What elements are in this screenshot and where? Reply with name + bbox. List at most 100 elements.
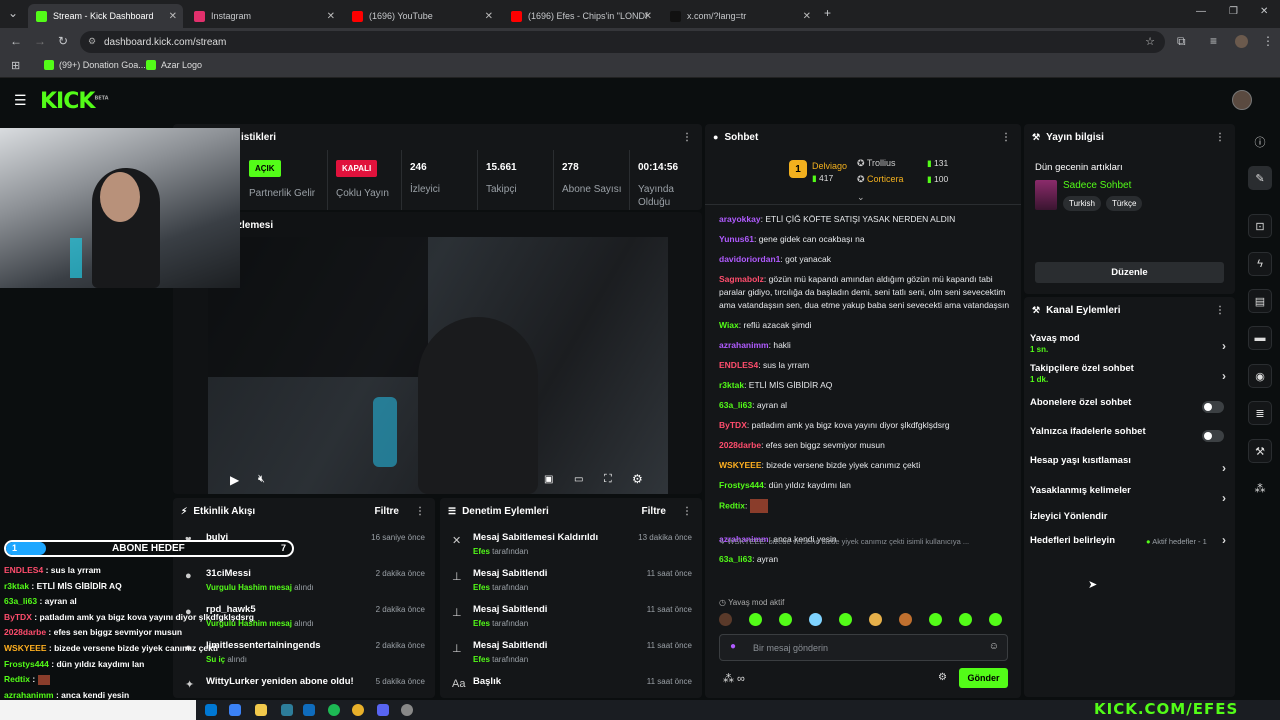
theater-icon[interactable]: ▭ (574, 474, 583, 485)
top-gifter-name[interactable]: Trollius (867, 158, 896, 168)
moderator-name[interactable]: Efes (473, 619, 490, 628)
top-gifter-name[interactable]: Delviago (812, 161, 847, 171)
chat-username[interactable]: Redtix (719, 500, 745, 510)
moderation-item[interactable]: Aa Başlık 11 saat önce (440, 672, 700, 698)
app-icon[interactable] (401, 704, 413, 716)
activity-filter-button[interactable]: Filtre (375, 506, 399, 517)
chat-username[interactable]: ENDLES4 (719, 360, 758, 370)
emote-icon[interactable] (959, 613, 972, 626)
collapse-chevron-icon[interactable]: ⌄ (857, 192, 865, 203)
hamburger-menu-icon[interactable]: ☰ (14, 92, 27, 109)
chat-username[interactable]: Wiax (719, 320, 739, 330)
video-player[interactable]: ▶ 🔇︎ ▣ ▭ ⛶ ⚙ (208, 237, 668, 494)
chat-message[interactable]: ENDLES4: sus la yrram (719, 359, 1011, 372)
chat-message[interactable]: ByTDX: patladım amk ya bigz kova yayını … (719, 419, 1011, 432)
emote-icon[interactable] (809, 613, 822, 626)
tab-close-icon[interactable]: ✕ (327, 11, 335, 22)
tab-close-icon[interactable]: ✕ (803, 11, 811, 22)
emote-icon[interactable] (869, 613, 882, 626)
chat-username[interactable]: davidoriordan1 (719, 254, 780, 264)
emote-icon[interactable] (779, 613, 792, 626)
close-window-icon[interactable]: ✕ (1260, 6, 1268, 17)
chat-message[interactable]: Wiax: reflü azacak şimdi (719, 319, 1011, 332)
browser-tab[interactable]: (1696) Efes - Chips'in "LONDRA ✕ (503, 4, 658, 28)
browser-tab[interactable]: Stream - Kick Dashboard ✕ (28, 4, 183, 28)
top-gifter-name[interactable]: Corticera (867, 174, 904, 184)
chat-message[interactable]: azrahanimm: hakli (719, 339, 1011, 352)
reload-icon[interactable]: ↻ (58, 34, 68, 48)
microphone-icon[interactable]: ● (730, 641, 736, 652)
chat-username[interactable]: 63a_li63 (719, 400, 752, 410)
chat-settings-icon[interactable]: ⚙ (938, 672, 947, 683)
emote-icon[interactable] (899, 613, 912, 626)
moderation-more-icon[interactable]: ⋮ (682, 506, 692, 517)
channel-action-item[interactable]: Abonelere özel sohbet (1030, 397, 1226, 425)
channel-action-item[interactable]: Takipçilere özel sohbet 1 dk. › (1030, 363, 1226, 391)
chat-message[interactable]: 63a_li63: ayran al (719, 399, 1011, 412)
moderation-filter-button[interactable]: Filtre (642, 506, 666, 517)
stream-info-more-icon[interactable]: ⋮ (1215, 132, 1225, 143)
apps-grid-icon[interactable]: ⊞ (11, 59, 20, 72)
chat-username[interactable]: Sagmabolz (719, 274, 764, 284)
activity-item[interactable]: ✦ WittyLurker yeniden abone oldu! 5 dakika… (173, 672, 433, 698)
moderation-item[interactable]: ⊥ Mesaj Sabitlendi Efes tarafından 11 saat … (440, 600, 700, 636)
stats-more-icon[interactable]: ⋮ (682, 132, 692, 143)
activity-more-icon[interactable]: ⋮ (415, 506, 425, 517)
channel-action-item[interactable]: Hesap yaşı kısıtlaması › (1030, 455, 1226, 483)
moderation-item[interactable]: ⊥ Mesaj Sabitlendi Efes tarafından 11 saat … (440, 636, 700, 672)
chat-message[interactable]: Sagmabolz: gözün mü kapandı amından aldı… (719, 273, 1011, 312)
chat-message[interactable]: arayokkay: ETLİ ÇİĞ KÖFTE SATIŞI YASAK N… (719, 213, 1011, 226)
play-icon[interactable]: ▶ (230, 473, 239, 487)
emote-icon[interactable] (749, 613, 762, 626)
chat-message[interactable]: Frostys444: dün yıldız kaydımı lan (719, 479, 1011, 492)
chat-username[interactable]: 2028darbe (719, 440, 761, 450)
emote-icon[interactable] (929, 613, 942, 626)
activity-item[interactable]: ● 31ciMessi Vurgulu Hashim mesaj alındı 2 d… (173, 564, 433, 600)
pencil-icon[interactable]: ✎ (1248, 166, 1272, 190)
tab-close-icon[interactable]: ✕ (644, 11, 652, 22)
action-toggle[interactable] (1202, 401, 1224, 413)
browser-tab[interactable]: x.com/?lang=tr ✕ (662, 4, 817, 28)
app-icon[interactable] (229, 704, 241, 716)
chat-users-icon[interactable]: ⁂ ∞ (723, 672, 745, 685)
app-icon[interactable] (303, 704, 315, 716)
profile-avatar[interactable] (1235, 35, 1248, 48)
bookmark-donation[interactable]: (99+) Donation Goa... (44, 60, 146, 70)
edit-button[interactable]: Düzenle (1035, 262, 1224, 283)
activity-item[interactable]: ● limitlessentertainingends Su iç alındı 2 … (173, 636, 433, 672)
chat-more-icon[interactable]: ⋮ (1001, 132, 1011, 143)
moderation-item[interactable]: ✕ Mesaj Sabitlemesi Kaldırıldı Efes tarafı… (440, 528, 700, 564)
tab-search-icon[interactable]: ⌄ (8, 6, 18, 20)
document-icon[interactable]: ▤ (1248, 289, 1272, 313)
stack-icon[interactable]: ≣ (1248, 401, 1272, 425)
chat-username[interactable]: r3ktak (719, 380, 744, 390)
channel-action-item[interactable]: Yavaş mod 1 sn. › (1030, 333, 1226, 361)
category-name[interactable]: Sadece Sohbet (1063, 180, 1131, 191)
app-icon[interactable] (281, 704, 293, 716)
chat-message[interactable]: r3ktak: ETLİ MİS GİBİDİR AQ (719, 379, 1011, 392)
moderation-item[interactable]: ⊥ Mesaj Sabitlendi Efes tarafından 11 saat … (440, 564, 700, 600)
broadcast-icon[interactable]: ◉ (1248, 364, 1272, 388)
users-icon[interactable]: ⁂ (1248, 476, 1272, 500)
pip-icon[interactable]: ▣ (544, 474, 553, 485)
browser-tab[interactable]: (1696) YouTube ✕ (344, 4, 499, 28)
spotify-icon[interactable] (328, 704, 340, 716)
kick-logo[interactable]: KICKBETA (40, 89, 109, 114)
info-icon[interactable]: ⓘ (1248, 130, 1272, 154)
chat-message[interactable]: Yunus61: gene gidek can ocakbaşı na (719, 233, 1011, 246)
chat-username[interactable]: arayokkay (719, 214, 761, 224)
chat-username[interactable]: azrahanimm (719, 340, 769, 350)
new-tab-icon[interactable]: + (824, 6, 831, 20)
chat-icon[interactable]: ▬ (1248, 326, 1272, 350)
emote-icon[interactable] (719, 613, 732, 626)
mute-icon[interactable]: 🔇︎ (258, 473, 265, 486)
emote-icon[interactable] (989, 613, 1002, 626)
media-icon[interactable]: ≡ (1210, 34, 1217, 48)
channel-action-item[interactable]: Yasaklanmış kelimeler › (1030, 485, 1226, 513)
windows-start-icon[interactable] (205, 704, 217, 716)
tag-chip[interactable]: Türkçe (1105, 196, 1143, 211)
file-explorer-icon[interactable] (255, 704, 267, 716)
emoji-icon[interactable]: ☺ (989, 641, 999, 652)
moderator-name[interactable]: Efes (473, 655, 490, 664)
back-icon[interactable]: ← (10, 34, 22, 48)
